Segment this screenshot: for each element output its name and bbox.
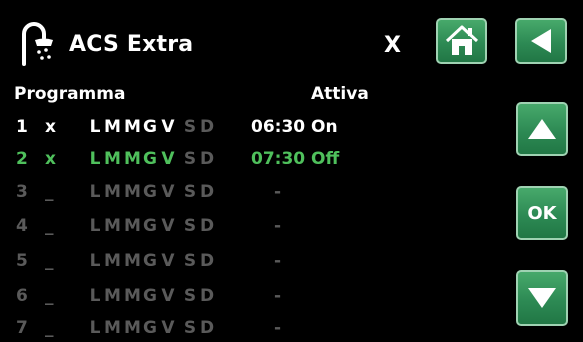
row-time: 07:30	[251, 149, 306, 169]
scroll-down-button[interactable]	[516, 270, 568, 326]
home-button[interactable]	[436, 18, 487, 64]
table-row[interactable]: 3 _ L M M G V S D -	[0, 182, 500, 206]
day-wed: M	[124, 117, 141, 137]
day-tue: M	[104, 182, 121, 202]
day-mon: L	[89, 117, 101, 137]
day-fri: V	[161, 251, 175, 271]
day-sun: D	[200, 182, 215, 202]
day-mon: L	[89, 216, 101, 236]
row-time: -	[274, 286, 282, 306]
day-wed: M	[124, 286, 141, 306]
table-row[interactable]: 6 _ L M M G V S D -	[0, 286, 500, 310]
day-sun: D	[200, 318, 215, 338]
day-fri: V	[161, 286, 175, 306]
row-state: On	[311, 117, 338, 137]
day-thu: G	[143, 182, 157, 202]
day-tue: M	[104, 149, 121, 169]
row-time: -	[274, 251, 282, 271]
row-time: -	[274, 182, 282, 202]
table-row[interactable]: 4 _ L M M G V S D -	[0, 216, 500, 240]
day-sat: S	[183, 216, 197, 236]
home-icon	[445, 25, 478, 55]
day-fri: V	[161, 216, 175, 236]
row-mark: x	[45, 117, 56, 137]
day-mon: L	[89, 286, 101, 306]
row-time: -	[274, 216, 282, 236]
row-state: Off	[311, 149, 340, 169]
row-mark: _	[45, 286, 54, 306]
day-mon: L	[89, 149, 101, 169]
day-wed: M	[124, 318, 141, 338]
up-arrow-icon	[528, 119, 556, 139]
day-wed: M	[124, 216, 141, 236]
day-tue: M	[104, 286, 121, 306]
column-header-program: Programma	[14, 84, 126, 104]
day-sun: D	[200, 286, 215, 306]
day-sun: D	[200, 216, 215, 236]
row-time: 06:30	[251, 117, 306, 137]
row-mark: _	[45, 216, 54, 236]
header: ACS Extra X	[0, 0, 583, 80]
day-tue: M	[104, 251, 121, 271]
ok-button[interactable]: OK	[516, 186, 568, 240]
table-row[interactable]: 5 _ L M M G V S D -	[0, 251, 500, 275]
row-number: 2	[16, 149, 28, 169]
day-sat: S	[183, 251, 197, 271]
table-row-selected[interactable]: 2 x L M M G V S D 07:30 Off	[0, 149, 500, 173]
day-tue: M	[104, 318, 121, 338]
table-row[interactable]: 7 _ L M M G V S D -	[0, 318, 500, 342]
shower-icon	[22, 22, 53, 66]
row-time: -	[274, 318, 282, 338]
day-fri: V	[161, 182, 175, 202]
day-sat: S	[183, 149, 197, 169]
day-sun: D	[200, 149, 215, 169]
day-sun: D	[200, 117, 215, 137]
close-button[interactable]: X	[384, 33, 401, 58]
day-sat: S	[183, 286, 197, 306]
day-sun: D	[200, 251, 215, 271]
row-mark: x	[45, 149, 56, 169]
row-number: 5	[16, 251, 28, 271]
day-wed: M	[124, 149, 141, 169]
page-title: ACS Extra	[69, 32, 194, 57]
ok-label: OK	[527, 202, 557, 224]
column-header-active: Attiva	[311, 84, 369, 104]
row-mark: _	[45, 182, 54, 202]
row-mark: _	[45, 318, 54, 338]
day-thu: G	[143, 216, 157, 236]
down-arrow-icon	[528, 288, 556, 308]
day-wed: M	[124, 182, 141, 202]
day-fri: V	[161, 318, 175, 338]
day-mon: L	[89, 318, 101, 338]
day-wed: M	[124, 251, 141, 271]
day-sat: S	[183, 318, 197, 338]
row-number: 7	[16, 318, 28, 338]
day-fri: V	[161, 117, 175, 137]
day-thu: G	[143, 117, 157, 137]
row-number: 4	[16, 216, 28, 236]
day-sat: S	[183, 182, 197, 202]
day-mon: L	[89, 182, 101, 202]
back-arrow-icon	[531, 29, 551, 53]
row-number: 1	[16, 117, 28, 137]
day-thu: G	[143, 286, 157, 306]
day-mon: L	[89, 251, 101, 271]
table-row[interactable]: 1 x L M M G V S D 06:30 On	[0, 117, 500, 141]
day-tue: M	[104, 117, 121, 137]
day-fri: V	[161, 149, 175, 169]
day-thu: G	[143, 251, 157, 271]
day-sat: S	[183, 117, 197, 137]
scroll-up-button[interactable]	[516, 102, 568, 156]
row-mark: _	[45, 251, 54, 271]
day-thu: G	[143, 149, 157, 169]
row-number: 3	[16, 182, 28, 202]
day-thu: G	[143, 318, 157, 338]
day-tue: M	[104, 216, 121, 236]
row-number: 6	[16, 286, 28, 306]
back-button[interactable]	[515, 18, 567, 64]
